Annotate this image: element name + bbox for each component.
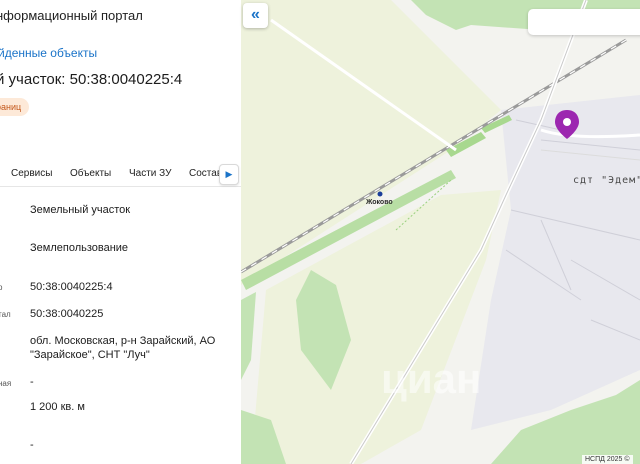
tabs-scroll-right-button[interactable]: ▶	[219, 164, 239, 185]
double-chevron-left-icon: «	[251, 6, 260, 23]
map-view[interactable]: Жоково сдт "Эдем" циан НСПД 2025 ©	[241, 0, 640, 464]
tab-composition[interactable]: Состав	[189, 168, 222, 179]
station-label: Жоково	[366, 199, 393, 206]
map-search-box[interactable]	[528, 9, 640, 35]
portal-title: нформационный портал	[0, 8, 143, 23]
field-type-value: Земельный участок	[30, 204, 131, 216]
collapse-panel-button[interactable]: «	[243, 3, 268, 28]
tab-bar: Сервисы Объекты Части ЗУ Состав	[0, 160, 241, 187]
station-icon	[377, 191, 383, 197]
watermark: циан	[381, 355, 482, 402]
cadastral-number-value: 50:38:0040225:4	[30, 281, 113, 293]
found-objects-link[interactable]: йденные объекты	[0, 46, 97, 60]
field-label: ная	[0, 379, 12, 388]
status-badge: раниц	[0, 98, 30, 116]
address-value: обл. Московская, р-н Зарайский, АО "Зара…	[30, 335, 216, 361]
snt-area	[471, 95, 640, 430]
copyright-label: НСПД 2025 ©	[582, 455, 633, 464]
tab-services[interactable]: Сервисы	[11, 168, 52, 179]
tab-parcel-parts[interactable]: Части ЗУ	[129, 168, 171, 179]
parcel-title: й участок: 50:38:0040225:4	[0, 71, 183, 88]
forest-patch	[241, 292, 256, 380]
area-value: 1 200 кв. м	[30, 401, 85, 413]
field-value: -	[30, 376, 34, 388]
field-kind-value: Землепользование	[30, 242, 129, 254]
field-value: -	[30, 439, 34, 451]
info-panel: нформационный портал йденные объекты й у…	[0, 0, 241, 464]
cadastral-quarter-value: 50:38:0040225	[30, 308, 104, 320]
chevron-right-icon: ▶	[225, 169, 233, 179]
tab-objects[interactable]: Объекты	[70, 168, 111, 179]
field-label: р	[0, 283, 3, 292]
field-label: тал	[0, 310, 11, 319]
snt-label: сдт "Эдем"	[573, 175, 640, 186]
